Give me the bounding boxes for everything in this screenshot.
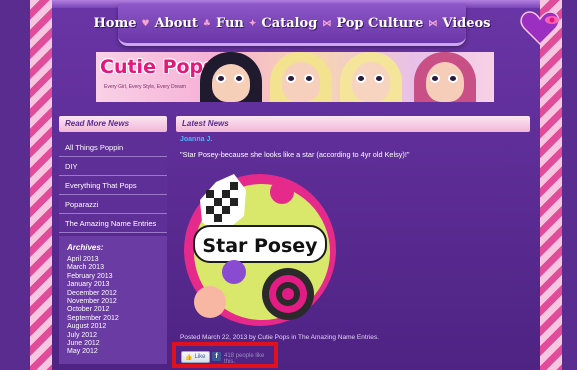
archive-link[interactable]: January 2013 — [67, 281, 119, 289]
archive-link[interactable]: August 2012 — [67, 323, 119, 331]
archive-link[interactable]: September 2012 — [67, 315, 119, 323]
post-meta: Posted March 22, 2013 by Cutie Pops in T… — [180, 334, 379, 341]
sidebar: Read More News All Things Poppin DIY Eve… — [59, 116, 167, 255]
archives-title: Archives: — [67, 243, 104, 252]
archive-link[interactable]: June 2012 — [67, 340, 119, 348]
nav-videos[interactable]: Videos — [442, 16, 490, 31]
archive-link[interactable]: April 2013 — [67, 256, 119, 264]
archives-list: April 2013 March 2013 February 2013 Janu… — [67, 256, 119, 357]
heart-bow-icon — [520, 11, 560, 46]
main-nav: Home ♥ About ♣ Fun ✦ Catalog ⋈ Pop Cultu… — [94, 4, 491, 46]
logo-tagline: Every Girl, Every Style, Every Dream — [104, 84, 186, 90]
star-posey-artwork: Star Posey — [184, 174, 336, 326]
post-quote: "Star Posey-because she looks like a sta… — [180, 150, 410, 159]
archive-link[interactable]: December 2012 — [67, 290, 119, 298]
thumbs-up-icon: 👍 — [185, 354, 193, 361]
sidebar-item-all-things-poppin[interactable]: All Things Poppin — [59, 138, 167, 157]
archive-link[interactable]: May 2012 — [67, 348, 119, 356]
bunny-icon: ♣ — [202, 18, 211, 29]
doll-image — [270, 52, 332, 102]
doll-image — [200, 52, 262, 102]
archive-link[interactable]: March 2013 — [67, 264, 119, 272]
doll-image — [340, 52, 402, 102]
sidebar-list: All Things Poppin DIY Everything That Po… — [59, 138, 167, 233]
archive-link[interactable]: July 2012 — [67, 332, 119, 340]
sidebar-item-everything-that-pops[interactable]: Everything That Pops — [59, 176, 167, 195]
facebook-icon: f — [212, 352, 221, 361]
site-logo[interactable]: Cutie Pops — [100, 56, 214, 78]
like-box: 👍 Like f 418 people like this. — [172, 342, 278, 368]
header-banner[interactable]: Cutie Pops Every Girl, Every Style, Ever… — [96, 52, 494, 102]
archives-panel: Archives: April 2013 March 2013 February… — [59, 236, 167, 364]
latest-news-heading: Latest News — [176, 116, 530, 132]
sidebar-item-poparazzi[interactable]: Poparazzi — [59, 195, 167, 214]
archive-link[interactable]: November 2012 — [67, 298, 119, 306]
nav-home[interactable]: Home — [94, 16, 137, 31]
archive-link[interactable]: October 2012 — [67, 306, 119, 314]
art-label: Star Posey — [202, 235, 318, 257]
left-candy-stripe — [30, 0, 52, 370]
like-count: 418 people like this. — [224, 353, 265, 365]
doll-image — [414, 52, 476, 102]
star-icon: ✦ — [248, 18, 257, 29]
nav-pop-culture[interactable]: Pop Culture — [336, 16, 423, 31]
sidebar-heading: Read More News — [59, 116, 167, 132]
bow-icon: ⋈ — [322, 18, 332, 29]
nav-fun[interactable]: Fun — [216, 16, 244, 31]
nav-catalog[interactable]: Catalog — [261, 16, 317, 31]
archive-link[interactable]: February 2013 — [67, 273, 119, 281]
bow-icon: ⋈ — [428, 18, 438, 29]
like-button[interactable]: 👍 Like — [181, 351, 210, 363]
sidebar-item-diy[interactable]: DIY — [59, 157, 167, 176]
post-author[interactable]: Joanna J. — [180, 136, 212, 143]
sidebar-item-amazing-name-entries[interactable]: The Amazing Name Entries — [59, 214, 167, 233]
like-button-label: Like — [194, 354, 206, 360]
right-candy-stripe — [540, 0, 562, 370]
heart-icon: ♥ — [141, 18, 150, 29]
nav-about[interactable]: About — [155, 16, 198, 31]
